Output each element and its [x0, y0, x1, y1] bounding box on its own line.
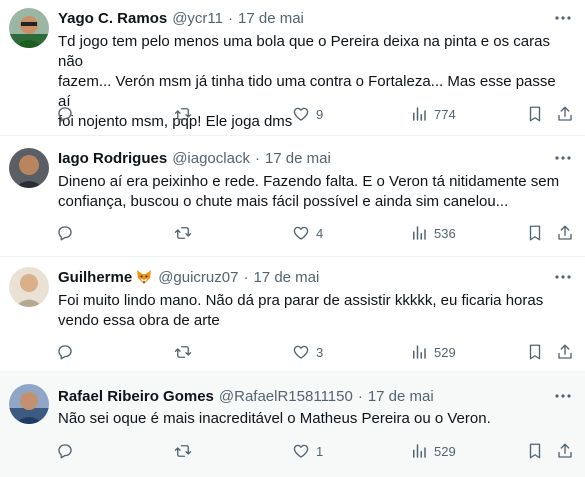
like-count: 4 — [316, 225, 324, 241]
separator-dot: · — [243, 268, 249, 286]
reply-icon — [58, 107, 72, 122]
bookmark-button[interactable] — [526, 341, 544, 363]
retweet-button[interactable] — [174, 103, 198, 125]
bookmark-button[interactable] — [526, 103, 544, 125]
fox-face-icon — [135, 268, 153, 286]
separator-dot: · — [254, 149, 260, 167]
more-icon[interactable] — [553, 148, 573, 168]
more-icon[interactable] — [553, 267, 573, 287]
bookmark-icon — [529, 225, 541, 241]
timestamp[interactable]: 17 de mai — [238, 10, 304, 27]
action-bar: 3 529 — [54, 341, 574, 363]
reply-button[interactable] — [56, 103, 80, 125]
like-icon — [293, 345, 309, 359]
tweet-header: Iago Rodrigues @iagoclack · 17 de mai — [58, 148, 331, 168]
author-name[interactable]: Iago Rodrigues — [58, 150, 167, 167]
like-icon — [293, 226, 309, 240]
like-count: 3 — [316, 344, 324, 360]
timestamp[interactable]: 17 de mai — [265, 150, 331, 167]
retweet-button[interactable] — [174, 222, 198, 244]
like-count: 9 — [316, 106, 324, 122]
views-count: 529 — [434, 344, 456, 360]
share-icon — [558, 106, 572, 121]
retweet-icon — [174, 227, 192, 239]
timestamp[interactable]: 17 de mai — [253, 269, 319, 286]
tweet[interactable]: Iago Rodrigues @iagoclack · 17 de mai Di… — [0, 136, 585, 257]
like-button[interactable]: 3 — [292, 341, 323, 363]
avatar[interactable] — [9, 148, 49, 188]
avatar[interactable] — [9, 8, 49, 48]
views-icon — [413, 226, 426, 240]
like-icon — [293, 444, 309, 458]
tweet[interactable]: Yago C. Ramos @ycr11 · 17 de mai Td jogo… — [0, 0, 585, 136]
bookmark-icon — [529, 443, 541, 459]
tweet[interactable]: Rafael Ribeiro Gomes @RafaelR15811150 · … — [0, 372, 585, 477]
views-count: 529 — [434, 443, 456, 459]
action-bar: 1 529 — [54, 440, 574, 462]
retweet-icon — [174, 346, 192, 358]
like-button[interactable]: 1 — [292, 440, 323, 462]
separator-dot: · — [228, 9, 233, 27]
views-count: 774 — [434, 106, 456, 122]
like-count: 1 — [316, 443, 324, 459]
tweet-text: Foi muito lindo mano. Não dá pra parar d… — [58, 292, 544, 329]
author-name[interactable]: Yago C. Ramos — [58, 10, 167, 27]
share-button[interactable] — [556, 341, 574, 363]
retweet-icon — [174, 108, 192, 120]
avatar[interactable] — [9, 384, 49, 424]
author-name[interactable]: Rafael Ribeiro Gomes — [58, 388, 214, 405]
views-icon — [413, 345, 426, 359]
reply-icon — [58, 345, 72, 360]
views-icon — [413, 107, 426, 121]
views-icon — [413, 444, 426, 458]
views-button[interactable]: 529 — [410, 341, 456, 363]
views-button[interactable]: 529 — [410, 440, 456, 462]
more-icon[interactable] — [553, 8, 573, 28]
share-button[interactable] — [556, 440, 574, 462]
share-icon — [558, 225, 572, 240]
bookmark-icon — [529, 106, 541, 122]
author-handle[interactable]: @iagoclack — [172, 150, 250, 167]
reply-button[interactable] — [56, 440, 80, 462]
reply-icon — [58, 444, 72, 459]
tweet[interactable]: Guilherme @guicruz07 · 17 de mai Foi mui… — [0, 257, 585, 372]
reply-button[interactable] — [56, 341, 80, 363]
author-name[interactable]: Guilherme — [58, 269, 132, 286]
retweet-button[interactable] — [174, 341, 198, 363]
views-button[interactable]: 774 — [410, 103, 456, 125]
share-icon — [558, 344, 572, 359]
bookmark-button[interactable] — [526, 440, 544, 462]
bookmark-button[interactable] — [526, 222, 544, 244]
author-handle[interactable]: @RafaelR15811150 — [219, 388, 353, 405]
separator-dot: · — [357, 387, 363, 405]
tweet-text: Não sei oque é mais inacreditável o Math… — [58, 410, 491, 427]
retweet-button[interactable] — [174, 440, 198, 462]
like-button[interactable]: 4 — [292, 222, 323, 244]
action-bar: 9 774 — [54, 103, 574, 125]
share-button[interactable] — [556, 222, 574, 244]
bookmark-icon — [529, 344, 541, 360]
tweet-header: Rafael Ribeiro Gomes @RafaelR15811150 · … — [58, 386, 434, 406]
reply-icon — [58, 226, 72, 241]
timestamp[interactable]: 17 de mai — [368, 388, 434, 405]
like-icon — [293, 107, 309, 121]
author-handle[interactable]: @guicruz07 — [158, 269, 238, 286]
retweet-icon — [174, 445, 192, 457]
share-icon — [558, 443, 572, 458]
action-bar: 4 536 — [54, 222, 574, 244]
avatar[interactable] — [9, 267, 49, 307]
share-button[interactable] — [556, 103, 574, 125]
views-count: 536 — [434, 225, 456, 241]
tweet-text: Dineno aí era peixinho e rede. Fazendo f… — [58, 173, 560, 210]
author-handle[interactable]: @ycr11 — [172, 10, 223, 27]
reply-button[interactable] — [56, 222, 80, 244]
tweet-header: Yago C. Ramos @ycr11 · 17 de mai — [58, 8, 304, 28]
more-icon[interactable] — [553, 386, 573, 406]
like-button[interactable]: 9 — [292, 103, 323, 125]
views-button[interactable]: 536 — [410, 222, 456, 244]
tweet-header: Guilherme @guicruz07 · 17 de mai — [58, 267, 319, 287]
